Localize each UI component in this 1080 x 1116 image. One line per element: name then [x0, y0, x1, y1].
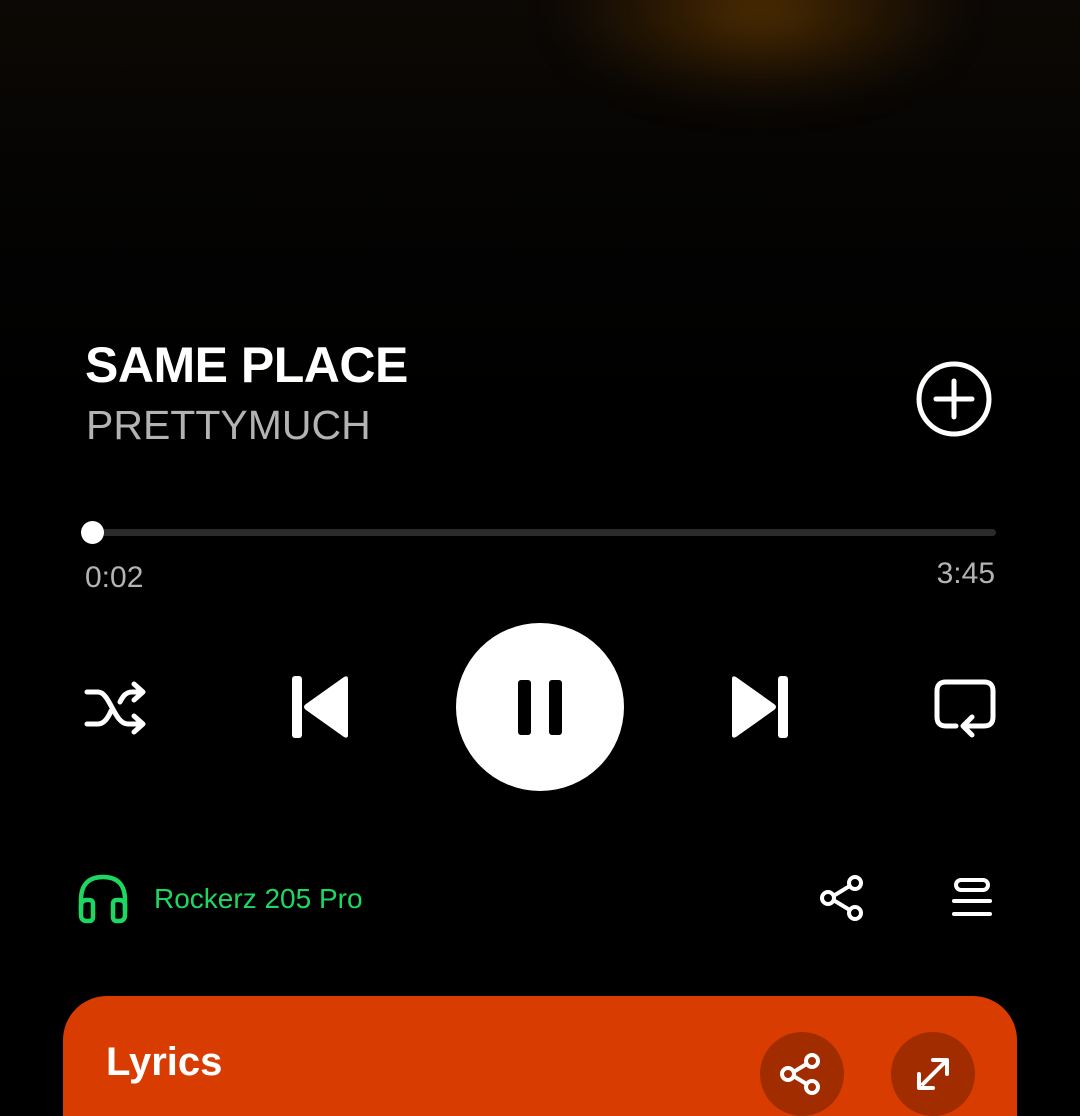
- share-icon: [780, 1053, 820, 1095]
- lyrics-card[interactable]: Lyrics: [63, 996, 1017, 1116]
- plus-circle-icon: [916, 361, 992, 437]
- progress-knob[interactable]: [81, 521, 104, 544]
- elapsed-time: 0:02: [85, 561, 144, 594]
- queue-icon: [952, 878, 992, 916]
- add-to-library-button[interactable]: [914, 359, 994, 439]
- pause-button[interactable]: [456, 623, 624, 791]
- device-name: Rockerz 205 Pro: [154, 883, 363, 914]
- connected-device-button[interactable]: Rockerz 205 Pro: [76, 872, 363, 926]
- lyrics-expand-button[interactable]: [891, 1032, 975, 1116]
- progress-bar[interactable]: [86, 529, 996, 536]
- track-title: SAME PLACE: [85, 337, 408, 393]
- expand-icon: [917, 1058, 949, 1090]
- skip-previous-icon: [292, 676, 348, 738]
- queue-button[interactable]: [950, 876, 994, 920]
- share-icon: [820, 875, 863, 921]
- repeat-button[interactable]: [932, 676, 998, 740]
- repeat-icon: [934, 679, 996, 738]
- lyrics-share-button[interactable]: [760, 1032, 844, 1116]
- headphones-icon: [78, 874, 128, 924]
- shuffle-button[interactable]: [84, 678, 150, 738]
- previous-button[interactable]: [288, 673, 352, 741]
- lyrics-title: Lyrics: [106, 1040, 223, 1084]
- track-artist[interactable]: PRETTYMUCH: [86, 402, 371, 449]
- next-button[interactable]: [728, 673, 792, 741]
- total-duration: 3:45: [936, 557, 995, 590]
- skip-next-icon: [732, 676, 788, 738]
- pause-icon: [518, 680, 562, 735]
- shuffle-icon: [84, 681, 146, 735]
- share-button[interactable]: [818, 874, 866, 922]
